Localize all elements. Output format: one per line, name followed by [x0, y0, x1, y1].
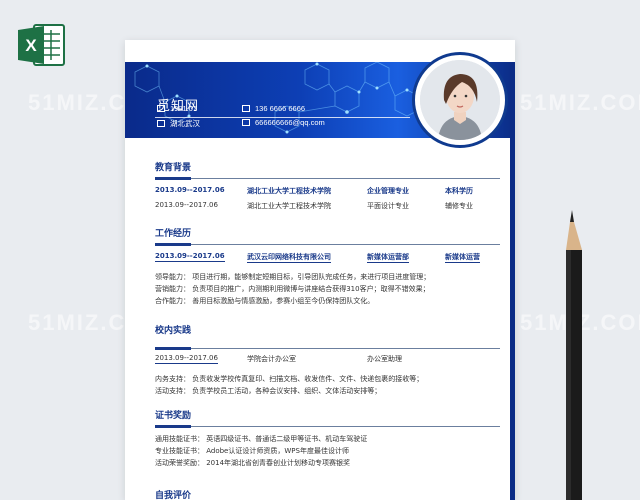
phone-value: 136 6666 6666 — [255, 104, 306, 113]
section-education-line — [155, 177, 500, 180]
work-line-3: 合作能力： 善用目标激励与情感激励，参赛小组至今仍保持团队文化。 — [155, 297, 375, 305]
phone-icon — [242, 105, 250, 112]
email-info: 666666666@qq.com — [242, 118, 325, 127]
section-campus-title: 校内实践 — [155, 326, 192, 336]
location-value: 湖北武汉 — [170, 119, 200, 128]
edu-1-period: 2013.09--2017.06 — [155, 186, 225, 194]
work-position: 新媒体运营 — [445, 252, 480, 263]
work-dept: 新媒体运营部 — [367, 252, 409, 263]
portrait-image — [420, 60, 500, 140]
section-work-line — [155, 243, 500, 246]
location-icon — [157, 120, 165, 127]
campus-line-1: 内务支持： 负责收发学校传真复印、扫描文档、收发信件、文件、快递包裹的接收等； — [155, 375, 424, 383]
work-position-text: 新媒体运营 — [445, 253, 480, 263]
email-value: 666666666@qq.com — [255, 118, 325, 127]
work-line-1: 领导能力： 项目进行期，能够制定短期目标，引导团队完成任务，来进行项目进度管理； — [155, 273, 431, 281]
svg-text:X: X — [25, 36, 37, 55]
work-period: 2013.09--2017.06 — [155, 252, 225, 262]
section-awards-line — [155, 425, 500, 428]
birth-value: 1991.07 — [170, 104, 198, 113]
edu-1-school: 湖北工业大学工程技术学院 — [247, 187, 331, 195]
section-awards-title: 证书奖励 — [155, 411, 192, 421]
campus-period: 2013.09--2017.06 — [155, 354, 218, 364]
awards-line-1: 通用技能证书： 英语四级证书、普通话二级甲等证书、机动车驾驶证 — [155, 435, 368, 443]
section-campus-line — [155, 347, 500, 350]
phone-info: 136 6666 6666 — [242, 104, 305, 113]
edu-2-degree: 辅修专业 — [445, 202, 473, 210]
campus-period-text: 2013.09--2017.06 — [155, 354, 218, 364]
edu-2-period: 2013.09--2017.06 — [155, 201, 218, 209]
work-period-text: 2013.09--2017.06 — [155, 252, 225, 262]
campus-org: 学院会计办公室 — [247, 355, 296, 363]
edu-2-major: 平面设计专业 — [367, 202, 409, 210]
campus-line-2: 活动支持： 负责学校员工活动，各种会议安排、组织、文体活动安排等； — [155, 387, 382, 395]
pencil-icon — [566, 210, 582, 500]
section-education-title: 教育背景 — [155, 163, 192, 173]
avatar-frame — [412, 52, 508, 148]
section-work-title: 工作经历 — [155, 229, 192, 239]
edu-1-major: 企业管理专业 — [367, 187, 409, 195]
edu-2-school: 湖北工业大学工程技术学院 — [247, 202, 331, 210]
location-info: 湖北武汉 — [157, 118, 200, 129]
calendar-icon — [157, 105, 165, 112]
avatar — [420, 60, 500, 140]
watermark-right: 51MIZ.COM — [520, 90, 640, 115]
awards-line-3: 活动荣誉奖励： 2014年湖北省创青春创业计划移动专项赛银奖 — [155, 459, 351, 467]
side-accent-bar — [510, 62, 515, 500]
excel-icon: X — [18, 24, 65, 66]
section-self-title: 自我评价 — [155, 491, 192, 500]
campus-role: 办公室助理 — [367, 355, 402, 363]
work-company-text: 武汉云印网络科技有限公司 — [247, 253, 331, 263]
edu-1-degree: 本科学历 — [445, 187, 473, 195]
birth-info: 1991.07 — [157, 104, 197, 113]
awards-line-2: 专业技能证书： Adobe认证设计师资质，WPS年度最佳设计师 — [155, 447, 349, 455]
work-line-2: 营销能力： 负责项目的推广，内测期利用微博与讲座结合获得310客户；取得不错效果… — [155, 285, 430, 293]
work-company: 武汉云印网络科技有限公司 — [247, 252, 331, 263]
email-icon — [242, 119, 250, 126]
resume-sheet: 觅知网 1991.07 136 6666 6666 湖北武汉 666666666… — [125, 40, 515, 500]
work-dept-text: 新媒体运营部 — [367, 253, 409, 263]
